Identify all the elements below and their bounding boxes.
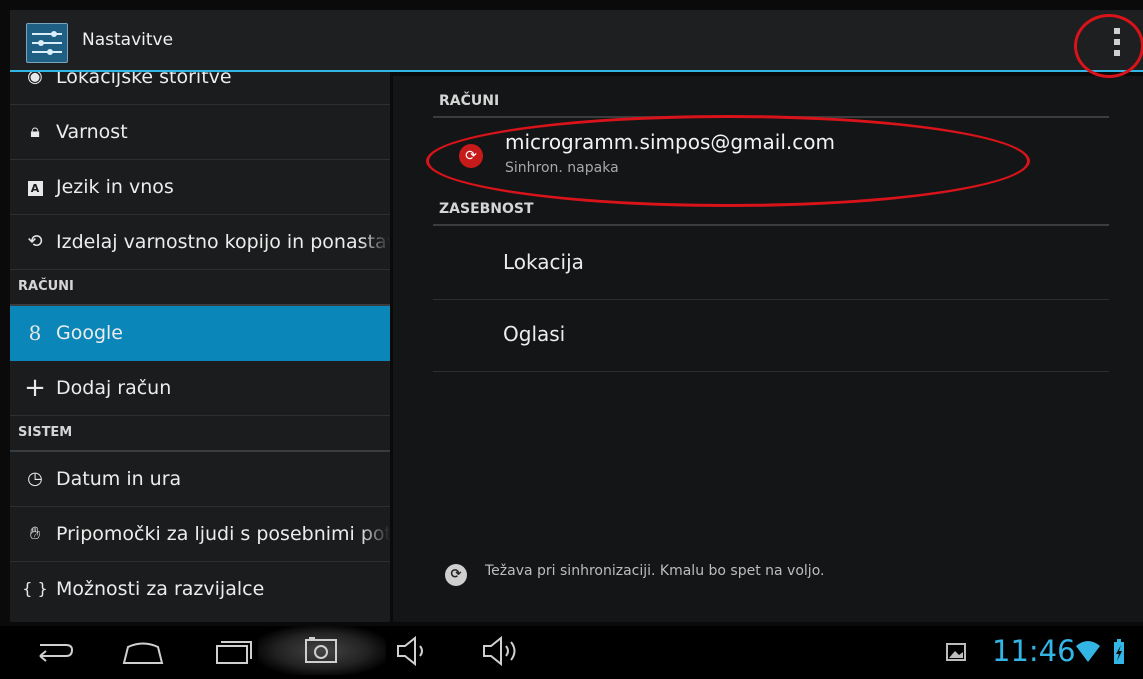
text-fade — [360, 215, 390, 269]
wifi-icon — [1076, 641, 1100, 662]
back-button[interactable] — [30, 626, 80, 675]
volume-up-button[interactable] — [476, 626, 530, 675]
privacy-item-location[interactable]: Lokacija — [433, 228, 1109, 300]
section-header-accounts: RAČUNI — [10, 270, 390, 306]
home-button[interactable] — [118, 626, 168, 675]
hand-icon: ✋︎ — [29, 523, 41, 544]
sync-notice: Težava pri sinhronizaciji. Kmalu bo spet… — [485, 563, 825, 579]
settings-sliders-icon[interactable] — [26, 23, 68, 63]
location-icon: ◉ — [27, 72, 43, 87]
account-email: microgramm.simpos@gmail.com — [505, 130, 835, 154]
camera-icon — [305, 637, 337, 663]
menu-item-security[interactable]: 🔒︎ Varnost — [10, 105, 390, 160]
gallery-notification[interactable] — [944, 626, 972, 675]
menu-item-backup-reset[interactable]: ⟲ Izdelaj varnostno kopijo in ponastavi — [10, 215, 390, 270]
section-header-accounts-right: RAČUNI — [433, 88, 1109, 118]
clock-icon: ◷ — [27, 468, 43, 489]
wifi-battery-icons — [1076, 639, 1124, 664]
section-header-system: SISTEM — [10, 416, 390, 452]
menu-item-language-input[interactable]: A Jezik in vnos — [10, 160, 390, 215]
lock-icon: 🔒︎ — [30, 121, 40, 142]
back-icon — [39, 644, 74, 662]
account-sync-status: Sinhron. napaka — [505, 160, 619, 176]
screenshot-button[interactable] — [297, 626, 347, 675]
action-bar: Nastavitve — [10, 10, 1143, 72]
plus-icon: + — [24, 373, 46, 403]
section-header-privacy: ZASEBNOST — [433, 194, 1109, 226]
volume-down-icon — [397, 635, 423, 667]
recent-apps-icon — [216, 641, 252, 664]
overflow-menu-button[interactable] — [1110, 28, 1124, 58]
settings-header-list[interactable]: ◉ Lokacijske storitve 🔒︎ Varnost A Jezik… — [10, 72, 390, 622]
sync-problem-icon: ⟳ — [445, 564, 467, 586]
volume-down-button[interactable] — [390, 626, 440, 675]
text-fade — [360, 507, 390, 561]
menu-item-accessibility[interactable]: ✋︎ Pripomočki za ljudi s posebnimi potre… — [10, 507, 390, 562]
home-icon — [122, 642, 164, 664]
account-detail-pane: RAČUNI ⟳ microgramm.simpos@gmail.com Sin… — [393, 76, 1143, 622]
navigation-bar: 11:46 — [0, 626, 1143, 675]
menu-item-location-services[interactable]: ◉ Lokacijske storitve — [10, 72, 390, 105]
account-row[interactable]: ⟳ microgramm.simpos@gmail.com Sinhron. n… — [433, 118, 1109, 190]
page-title: Nastavitve — [82, 30, 174, 50]
screen: Nastavitve ◉ Lokacijske storitve 🔒︎ Varn… — [0, 0, 1143, 675]
picture-icon — [946, 643, 966, 661]
menu-item-add-account[interactable]: + Dodaj račun — [10, 361, 390, 416]
menu-item-date-time[interactable]: ◷ Datum in ura — [10, 452, 390, 507]
sync-error-icon: ⟳ — [459, 144, 483, 168]
keyboard-icon: A — [22, 160, 48, 214]
menu-item-developer-options[interactable]: { } Možnosti za razvijalce — [10, 562, 390, 617]
volume-up-icon — [483, 635, 516, 667]
backup-icon: ⟲ — [27, 231, 43, 252]
recent-apps-button[interactable] — [208, 626, 258, 675]
privacy-item-ads[interactable]: Oglasi — [433, 300, 1109, 372]
status-clock: 11:46 — [992, 634, 1076, 668]
braces-icon: { } — [22, 579, 48, 598]
menu-item-google[interactable]: 8 Google — [10, 306, 390, 361]
google-icon: 8 — [28, 321, 42, 345]
